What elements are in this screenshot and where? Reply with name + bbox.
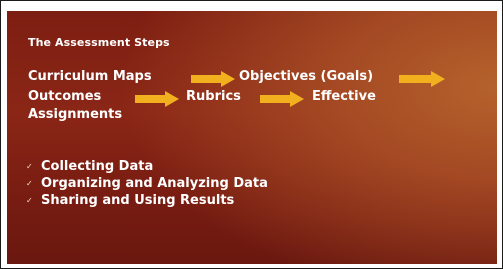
- list-item-label: Collecting Data: [41, 159, 154, 174]
- arrow-right-icon: [399, 71, 445, 87]
- flow-curriculum-maps: Curriculum Maps: [28, 69, 152, 84]
- list-item: ✓ Sharing and Using Results: [26, 192, 268, 209]
- arrow-right-icon: [135, 91, 179, 107]
- presentation-slide: The Assessment Steps Curriculum Maps Obj…: [7, 11, 497, 264]
- arrow-right-icon: [260, 91, 304, 107]
- list-item: ✓ Organizing and Analyzing Data: [26, 175, 268, 192]
- list-item: ✓ Collecting Data: [26, 158, 268, 175]
- list-item-label: Sharing and Using Results: [41, 193, 235, 208]
- checkmark-icon: ✓: [26, 196, 33, 205]
- slide-title: The Assessment Steps: [28, 36, 170, 49]
- flow-objectives: Objectives (Goals): [239, 69, 374, 84]
- flow-outcomes: Outcomes: [28, 89, 102, 104]
- flow-effective: Effective: [312, 89, 376, 104]
- list-item-label: Organizing and Analyzing Data: [41, 176, 268, 191]
- steps-list: ✓ Collecting Data ✓ Organizing and Analy…: [26, 158, 268, 209]
- arrow-right-icon: [191, 71, 235, 87]
- checkmark-icon: ✓: [26, 162, 33, 171]
- slide-frame: The Assessment Steps Curriculum Maps Obj…: [0, 0, 503, 269]
- flow-assignments: Assignments: [28, 107, 123, 122]
- checkmark-icon: ✓: [26, 179, 33, 188]
- flow-rubrics: Rubrics: [186, 89, 241, 104]
